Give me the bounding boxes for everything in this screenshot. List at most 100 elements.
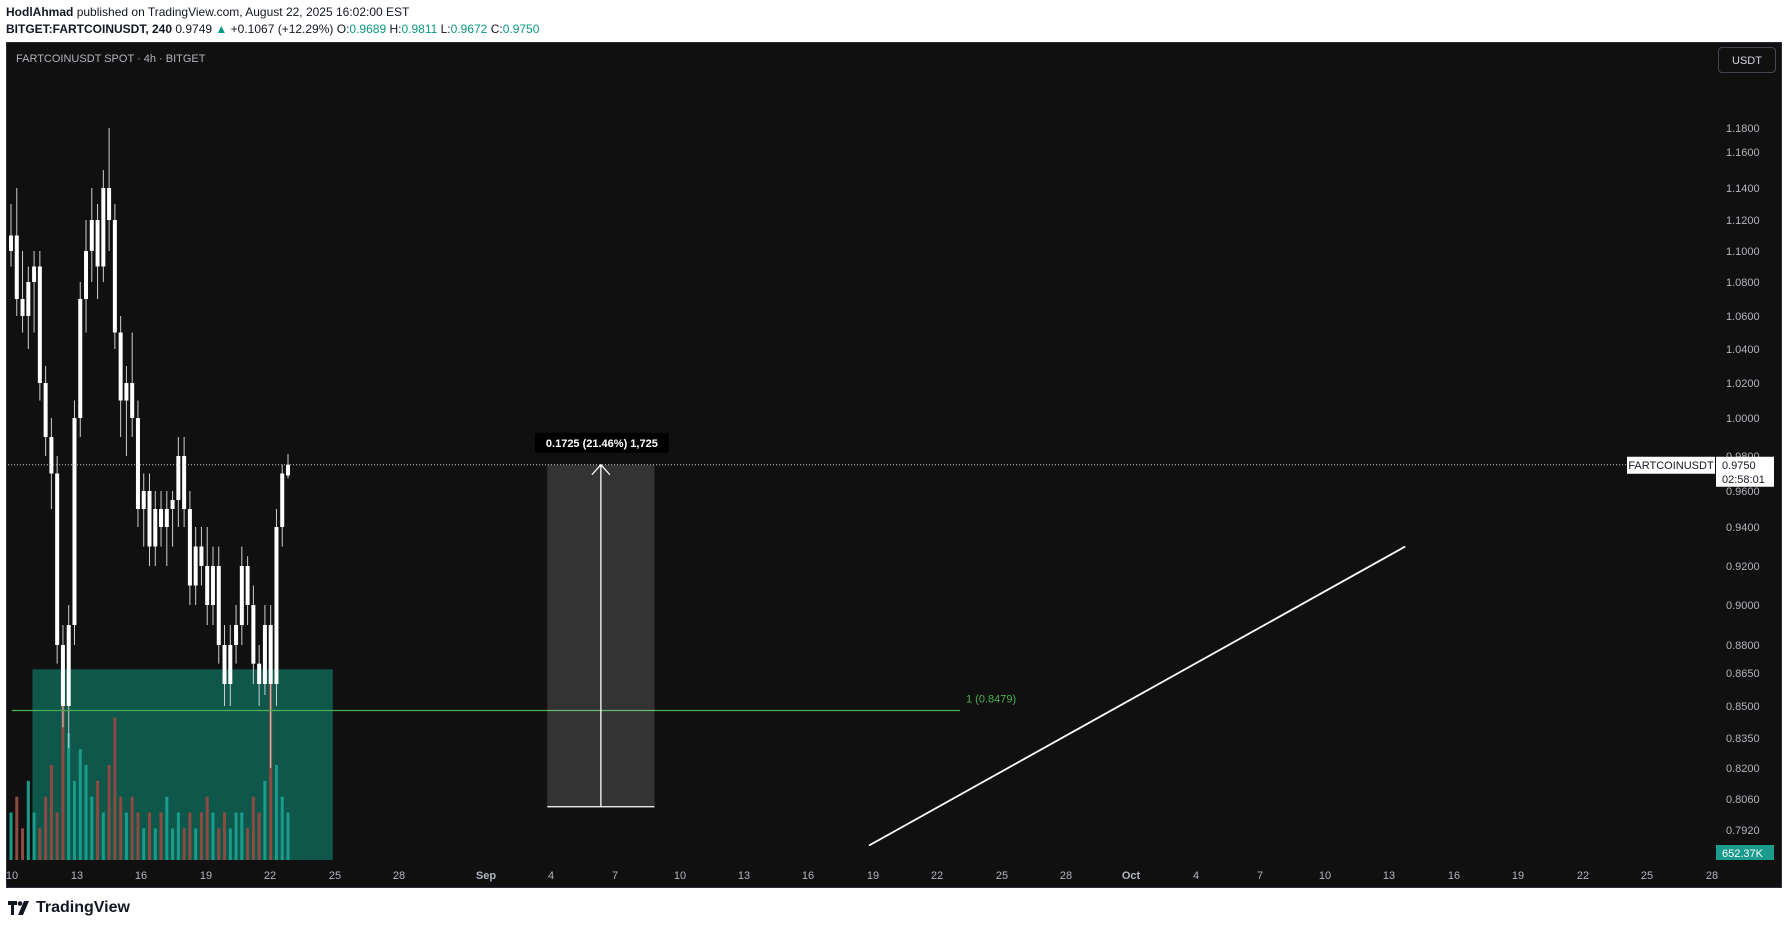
candle-body: [14, 235, 19, 299]
trend-line: [868, 545, 1406, 847]
volume-bar: [101, 812, 105, 860]
x-tick-label: 16: [1448, 870, 1460, 882]
candle-body: [130, 383, 135, 418]
candle-body: [182, 456, 187, 509]
candle-body: [20, 299, 25, 316]
volume-bar: [119, 796, 123, 860]
volume-bar: [251, 796, 255, 860]
symbol-tag: FARTCOINUSDT: [1628, 460, 1714, 472]
candle-body: [37, 266, 42, 383]
candle-body: [210, 566, 215, 605]
x-tick-label: 4: [548, 870, 554, 882]
x-tick-label: 25: [996, 870, 1008, 882]
x-tick-label: 22: [931, 870, 943, 882]
candle-body: [251, 605, 256, 664]
candle-body: [228, 645, 233, 684]
y-tick-label: 0.7920: [1726, 825, 1760, 837]
candle-body: [193, 546, 198, 586]
candle-body: [84, 251, 89, 299]
volume-tag: 652.37K: [1722, 848, 1764, 860]
candle-body: [55, 473, 60, 645]
candle-body: [101, 188, 106, 267]
volume-bar: [107, 765, 111, 860]
candle-body: [280, 473, 285, 527]
candle-body: [95, 220, 100, 267]
volume-bar: [90, 796, 94, 860]
x-tick-label: 7: [1257, 870, 1263, 882]
volume-bar: [44, 796, 48, 860]
x-tick-label: Oct: [1122, 870, 1141, 882]
volume-bar: [246, 828, 250, 860]
chart-symbol-title: FARTCOINUSDT SPOT · 4h · BITGET: [16, 53, 206, 65]
x-tick-label: 13: [71, 870, 83, 882]
price-chart[interactable]: 1.1800 1.1600 1.1400 1.1200 1.1000 1.0800 1.06…: [0, 0, 1788, 888]
x-tick-label: 19: [1512, 870, 1524, 882]
candle-body: [89, 220, 94, 251]
volume-bar: [26, 780, 30, 860]
candle-body: [118, 332, 123, 401]
y-tick-label: 0.9200: [1726, 561, 1760, 573]
y-tick-label: 1.1400: [1726, 183, 1760, 195]
x-tick-label: 13: [1383, 870, 1395, 882]
volume-bar: [211, 812, 215, 860]
tradingview-brand: TradingView: [36, 899, 130, 916]
volume-bar: [21, 828, 25, 860]
price-tag: 0.9750: [1722, 460, 1756, 472]
candle-body: [124, 383, 129, 401]
volume-bar: [78, 749, 82, 860]
volume-bar: [136, 812, 140, 860]
candle-body: [286, 464, 290, 476]
volume-bar: [280, 796, 284, 860]
tradingview-logo-icon: [8, 901, 29, 915]
y-tick-label: 0.8650: [1726, 668, 1760, 680]
volume-bar: [38, 828, 42, 860]
volume-bar: [171, 828, 175, 860]
fib-level-label: 1 (0.8479): [966, 693, 1016, 705]
y-tick-label: 1.0200: [1726, 378, 1760, 390]
volume-bar: [263, 780, 267, 860]
candle-body: [9, 235, 13, 251]
volume-bar: [55, 812, 59, 860]
volume-bar: [130, 796, 134, 860]
footer: [0, 888, 1788, 926]
volume-bar: [194, 828, 198, 860]
volume-bar: [84, 765, 88, 860]
volume-bar: [9, 812, 13, 860]
candle-body: [176, 456, 181, 500]
x-tick-label: 28: [1060, 870, 1072, 882]
volume-bar: [72, 780, 76, 860]
x-tick-label: 25: [1641, 870, 1653, 882]
candle-body: [187, 509, 192, 586]
volume-bar: [188, 812, 192, 860]
volume-bar: [165, 796, 169, 860]
y-tick-label: 0.9600: [1726, 486, 1760, 498]
candle-body: [216, 566, 221, 645]
x-tick-label: 16: [802, 870, 814, 882]
x-tick-label: 10: [674, 870, 686, 882]
volume-bar: [148, 812, 151, 860]
measure-label: 0.1725 (21.46%) 1,725: [546, 438, 658, 450]
candle-body: [245, 566, 250, 605]
candle-body: [234, 625, 239, 645]
volume-bar: [217, 828, 221, 860]
candle-body: [141, 491, 146, 509]
y-tick-label: 0.8060: [1726, 794, 1760, 806]
tradingview-logo[interactable]: TradingView: [8, 896, 130, 920]
volume-bar: [124, 812, 128, 860]
y-tick-label: 0.8500: [1726, 701, 1760, 713]
candle-body: [147, 491, 152, 547]
volume-bar: [15, 796, 19, 860]
candle-body: [66, 625, 71, 706]
currency-button[interactable]: USDT: [1718, 47, 1776, 73]
y-tick-label: 1.0800: [1726, 277, 1760, 289]
candle-body: [43, 383, 48, 437]
countdown-tag: 02:58:01: [1722, 474, 1765, 486]
y-tick-label: 0.9000: [1726, 600, 1760, 612]
volume-bar: [228, 828, 232, 860]
volume-bar: [32, 812, 36, 860]
volume-bar: [257, 812, 261, 860]
volume-bar: [142, 828, 146, 860]
volume-bar: [67, 733, 71, 860]
volume-bar: [153, 828, 157, 860]
x-tick-label: 7: [612, 870, 618, 882]
